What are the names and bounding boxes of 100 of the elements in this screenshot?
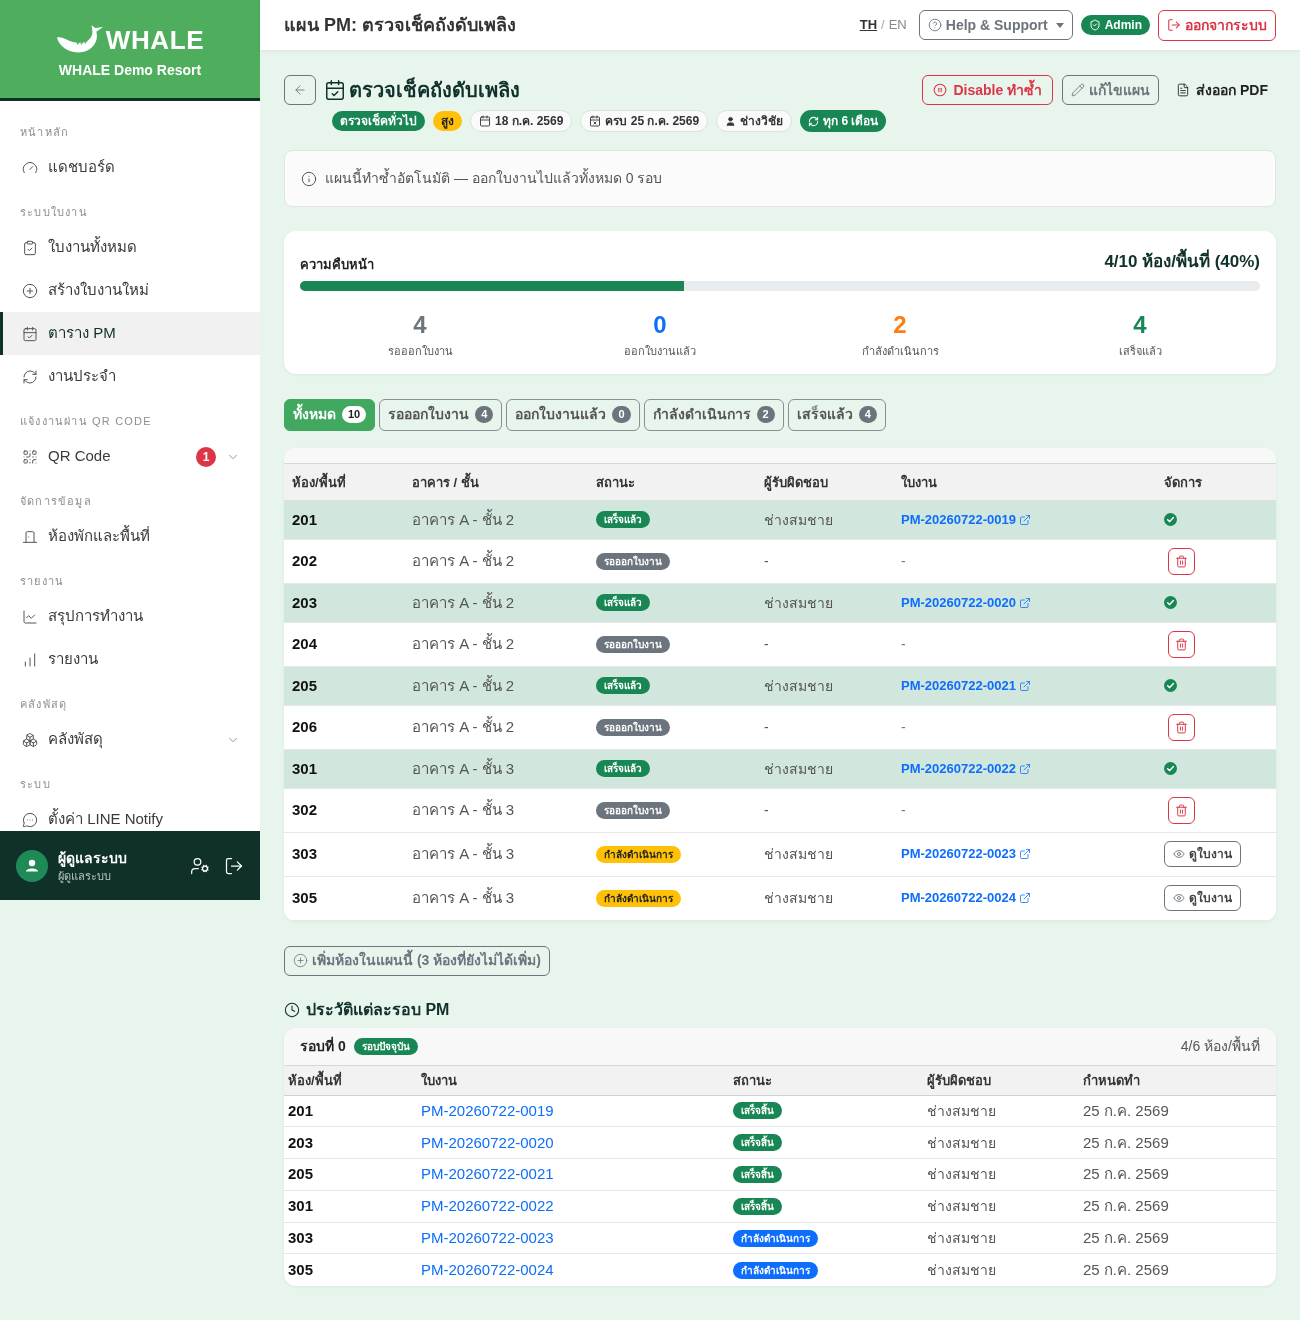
nav-item[interactable]: รายงาน <box>0 638 260 681</box>
round-label: รอบที่ 0 <box>300 1035 346 1056</box>
delete-button[interactable] <box>1168 713 1195 741</box>
view-work-order-button[interactable]: ดูใบงาน <box>1164 885 1241 911</box>
column-header: สถานะ <box>596 474 635 490</box>
nav-item[interactable]: คลังพัสดุ <box>0 718 260 761</box>
date-badge: 18 ก.ค. 2569 <box>470 110 573 132</box>
location-text: อาคาร A - ชั้น 2 <box>412 635 515 652</box>
export-pdf-button[interactable]: ส่งออก PDF <box>1168 75 1276 105</box>
logout-button[interactable]: ออกจากระบบ <box>1158 9 1276 41</box>
work-order-link[interactable]: PM-20260722-0021 <box>901 675 1031 696</box>
user-role: ผู้ดูแลระบบ <box>58 868 111 884</box>
work-order-link[interactable]: PM-20260722-0023 <box>901 844 1031 864</box>
work-order-link[interactable]: PM-20260722-0019 <box>421 1101 554 1119</box>
stat-label: เสร็จแล้ว <box>1118 343 1162 359</box>
count-badge: 1 <box>196 446 216 467</box>
work-order-link[interactable]: PM-20260722-0020 <box>421 1133 554 1151</box>
nav-item[interactable]: ห้องพักและพื้นที่ <box>0 515 260 558</box>
back-button[interactable] <box>284 75 316 105</box>
filter-tab[interactable]: กำลังดำเนินการ 2 <box>643 398 784 431</box>
column-header: ใบงาน <box>421 1073 457 1088</box>
location-text: อาคาร A - ชั้น 3 <box>412 759 515 777</box>
nav-item[interactable]: ใบงานทั้งหมด <box>0 226 260 269</box>
work-order-link[interactable]: PM-20260722-0024 <box>901 888 1031 908</box>
assignee-text: ช่างสมชาย <box>764 677 833 694</box>
stat-label: กำลังดำเนินการ <box>861 343 939 359</box>
assignee-text: - <box>764 553 769 569</box>
refresh-icon <box>808 115 820 127</box>
filter-tab[interactable]: รอออกใบงาน 4 <box>379 398 503 431</box>
help-support-button[interactable]: Help & Support <box>918 10 1073 40</box>
status-badge: กำลังดำเนินการ <box>596 845 681 863</box>
location-text: อาคาร A - ชั้น 2 <box>412 676 515 694</box>
view-work-order-button[interactable]: ดูใบงาน <box>1164 841 1241 867</box>
delete-button[interactable] <box>1168 796 1195 824</box>
room-number: 301 <box>292 759 318 777</box>
work-order-link[interactable]: PM-20260722-0021 <box>421 1165 554 1183</box>
nav-item[interactable]: สรุปการทำงาน <box>0 595 260 638</box>
column-header: สถานะ <box>733 1073 772 1088</box>
section-heading: คลังพัสดุ <box>20 697 68 712</box>
status-badge: เสร็จสิ้น <box>733 1197 782 1215</box>
external-link-icon <box>1018 513 1031 526</box>
stat-value: 2 <box>893 310 907 339</box>
assignee-badge: ช่างวิชัย <box>716 110 793 132</box>
nav-item[interactable]: QR Code 1 <box>0 435 260 478</box>
language-link[interactable]: EN <box>888 15 907 35</box>
check-circle-icon <box>1164 762 1177 775</box>
delete-button[interactable] <box>1168 630 1195 658</box>
status-badge: รอออกใบงาน <box>596 552 670 570</box>
pause-icon <box>933 83 948 97</box>
section-heading: ระบบ <box>20 777 51 792</box>
status-badge: เสร็จแล้ว <box>596 511 650 528</box>
notice-text: แผนนี้ทำซ้ำอัตโนมัติ — ออกใบงานไปแล้วทั้งหมด 0 รอบ <box>325 168 663 188</box>
add-rooms-button[interactable]: เพิ่มห้องในแผนนี้ (3 ห้องที่ยังไม่ได้เพิ่ม) <box>284 945 550 976</box>
nav-item[interactable]: สร้างใบงานใหม่ <box>0 269 260 312</box>
nav-item[interactable]: ตาราง PM <box>0 312 260 355</box>
status-badge: รอออกใบงาน <box>596 718 670 736</box>
category-badge: ตรวจเช็คทั่วไป <box>332 111 425 131</box>
repeat-badge: ทุก 6 เดือน <box>800 110 887 132</box>
work-order-link[interactable]: PM-20260722-0024 <box>421 1261 554 1279</box>
language-separator: / <box>881 16 885 35</box>
external-link-icon <box>1018 596 1031 609</box>
filter-tab[interactable]: เสร็จแล้ว 4 <box>787 398 886 431</box>
logout-icon[interactable] <box>224 855 244 876</box>
room-number: 302 <box>292 801 318 818</box>
edit-plan-button[interactable]: แก้ไขแผน <box>1062 75 1160 105</box>
nav-item[interactable]: ตั้งค่า LINE Notify <box>0 798 260 831</box>
work-order-link[interactable]: PM-20260722-0022 <box>421 1197 554 1215</box>
work-order-link[interactable]: PM-20260722-0019 <box>901 509 1031 530</box>
user-avatar-icon <box>16 849 48 882</box>
stat-label: ออกใบงานแล้ว <box>624 343 696 359</box>
nav-item[interactable]: งานประจำ <box>0 355 260 398</box>
page-title: แผน PM: ตรวจเช็คถังดับเพลิง <box>284 12 516 37</box>
nav-item[interactable]: แดชบอร์ด <box>0 146 260 189</box>
location-text: อาคาร A - ชั้น 2 <box>412 552 515 569</box>
chat-bubble-icon <box>22 811 38 828</box>
progress-summary: 4/10 ห้อง/พื้นที่ (40%) <box>1104 249 1260 275</box>
count-badge: 4 <box>475 406 494 423</box>
filter-tab[interactable]: ทั้งหมด 10 <box>284 398 376 431</box>
language-link[interactable]: TH <box>859 15 878 35</box>
external-link-icon <box>1018 679 1031 692</box>
column-header: กำหนดทำ <box>1083 1073 1140 1088</box>
progress-label: ความคืบหน้า <box>300 256 374 274</box>
assignee-text: - <box>764 719 769 735</box>
room-number: 205 <box>288 1165 314 1183</box>
count-badge: 4 <box>858 406 877 423</box>
delete-button[interactable] <box>1168 547 1195 575</box>
user-settings-icon[interactable] <box>190 855 210 876</box>
role-badge: Admin <box>1080 15 1150 35</box>
assignee-text: ช่างสมชาย <box>764 594 833 611</box>
location-text: อาคาร A - ชั้น 2 <box>412 593 515 611</box>
filter-tab[interactable]: ออกใบงานแล้ว 0 <box>506 398 640 431</box>
disable-repeat-button[interactable]: Disable ทำซ้ำ <box>922 75 1054 105</box>
work-order-text: - <box>901 551 906 571</box>
work-order-link[interactable]: PM-20260722-0023 <box>421 1229 554 1247</box>
work-order-link[interactable]: PM-20260722-0022 <box>901 758 1031 779</box>
room-number: 305 <box>292 889 318 906</box>
shield-icon <box>1088 19 1101 31</box>
trash-icon <box>1175 720 1188 734</box>
column-header: ใบงาน <box>901 474 937 490</box>
work-order-link[interactable]: PM-20260722-0020 <box>901 592 1031 613</box>
